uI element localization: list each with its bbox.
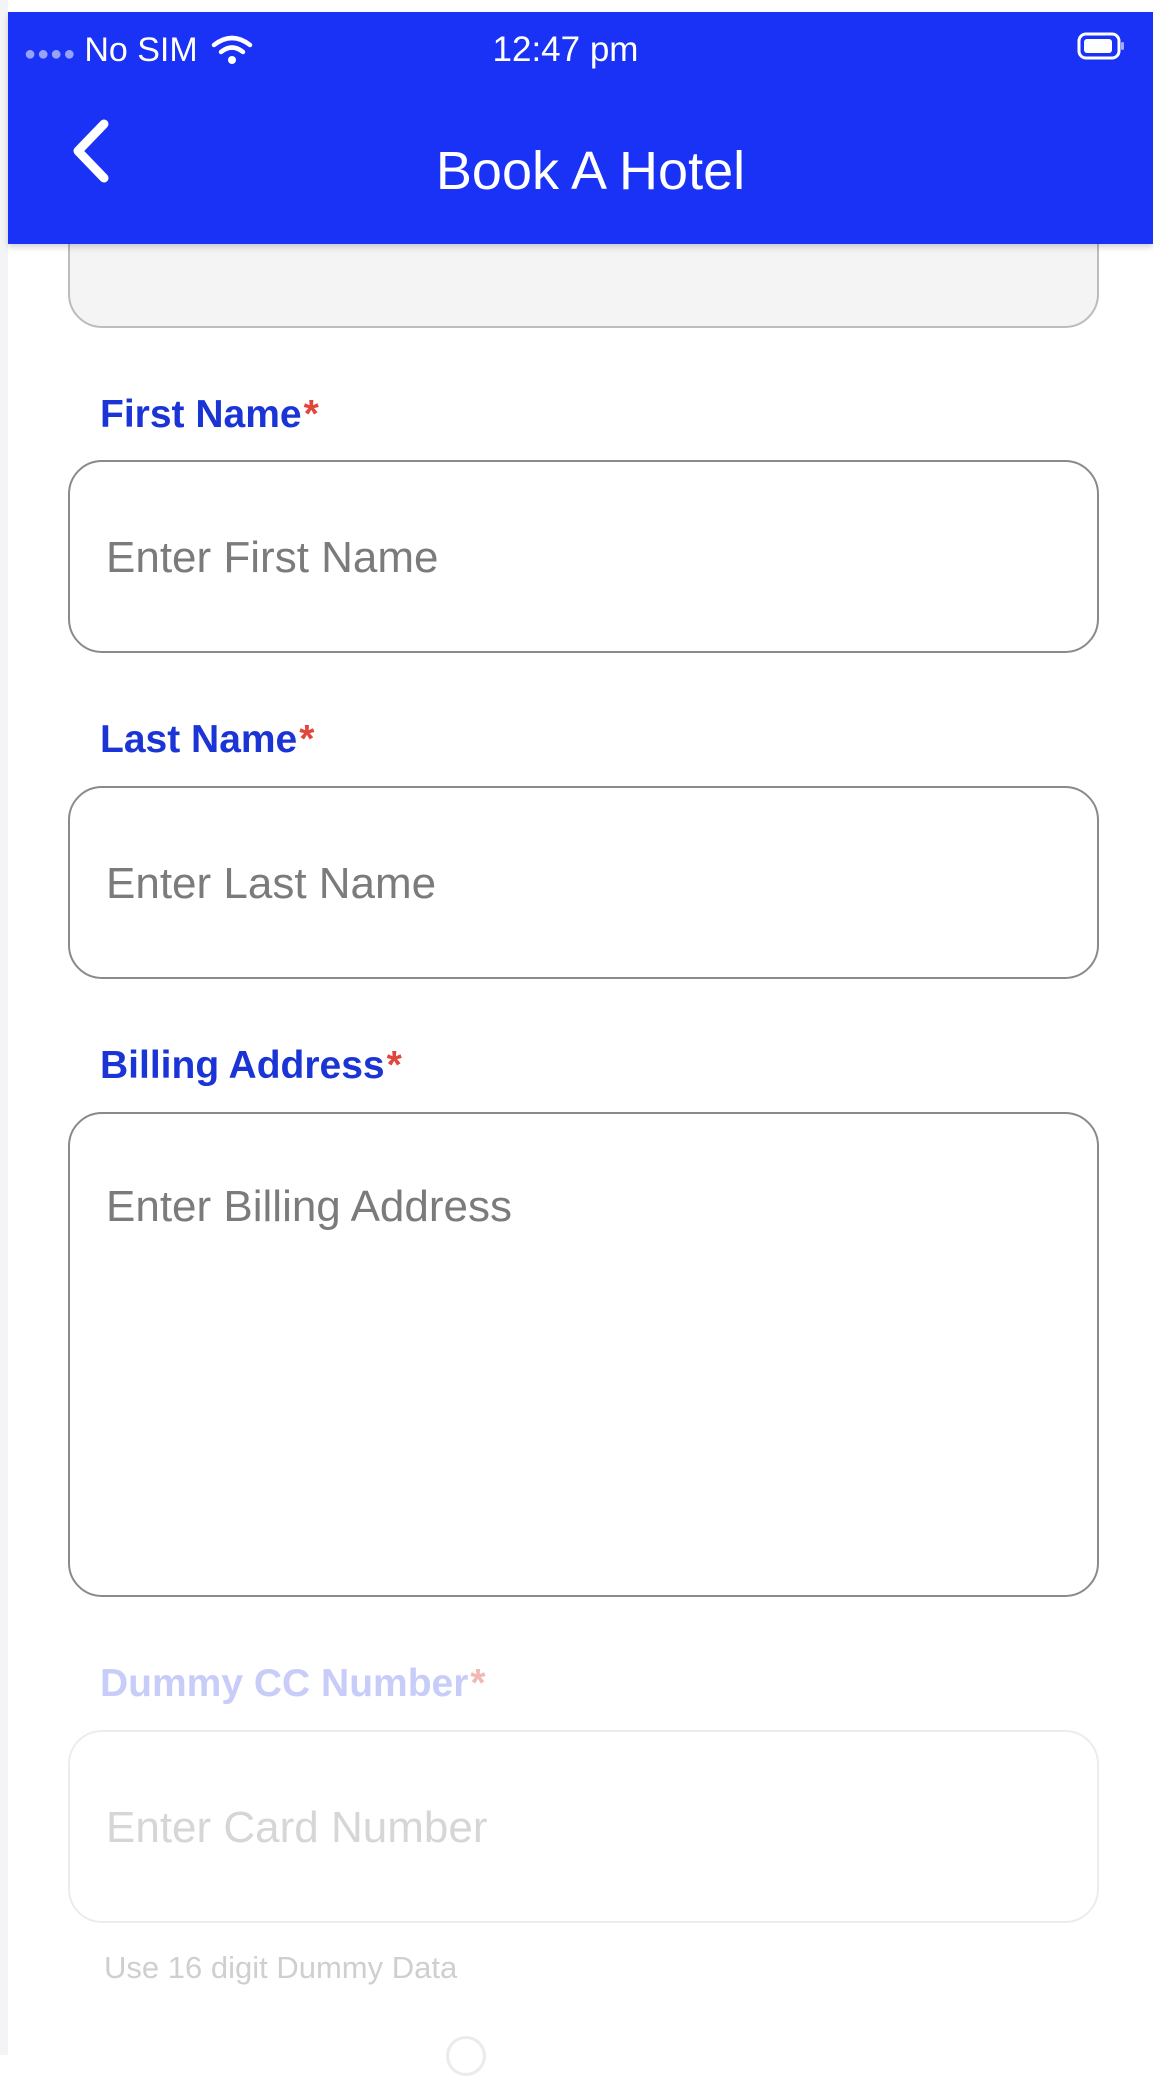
cc-number-input[interactable] xyxy=(106,1800,1061,1856)
required-asterisk: * xyxy=(386,1044,402,1087)
last-name-label-text: Last Name xyxy=(100,718,298,761)
required-asterisk: * xyxy=(303,393,319,436)
required-asterisk: * xyxy=(299,718,315,761)
loading-indicator xyxy=(446,2036,486,2076)
first-name-input[interactable] xyxy=(106,530,1061,586)
first-name-label: First Name* xyxy=(100,393,319,437)
billing-address-textarea[interactable] xyxy=(106,1182,1061,1562)
cc-number-label: Dummy CC Number* xyxy=(100,1662,486,1706)
billing-address-label: Billing Address* xyxy=(100,1044,402,1088)
cc-number-hint: Use 16 digit Dummy Data xyxy=(104,1950,458,1985)
status-time: 12:47 pm xyxy=(492,30,639,69)
page-title: Book A Hotel xyxy=(435,141,746,201)
first-name-label-text: First Name xyxy=(100,393,302,436)
last-name-input[interactable] xyxy=(106,856,1061,912)
battery-icon xyxy=(1077,32,1124,60)
cc-number-field[interactable] xyxy=(68,1730,1099,1923)
last-name-label: Last Name* xyxy=(100,718,314,762)
billing-address-field[interactable] xyxy=(68,1112,1099,1597)
last-name-field[interactable] xyxy=(68,786,1099,979)
first-name-field[interactable] xyxy=(68,460,1099,653)
required-asterisk: * xyxy=(470,1662,486,1705)
app-bar: ●●●● No SIM 12:47 pm Book A Hotel xyxy=(8,12,1153,244)
billing-address-label-text: Billing Address xyxy=(100,1044,385,1087)
cc-number-label-text: Dummy CC Number xyxy=(100,1662,469,1705)
screen-edge xyxy=(0,0,8,2055)
